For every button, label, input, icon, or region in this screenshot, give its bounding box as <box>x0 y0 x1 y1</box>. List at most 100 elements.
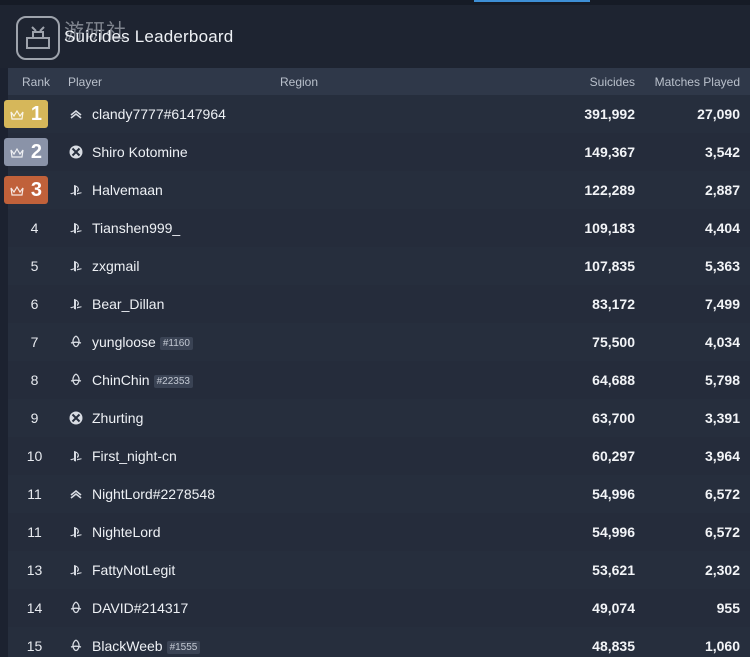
table-row[interactable]: 11 NightLord#2278548 54,996 6,572 <box>8 475 750 513</box>
table-row[interactable]: 7 yungloose #1160 75,500 4,034 <box>8 323 750 361</box>
active-tab-indicator <box>474 0 590 2</box>
player-tag: #1160 <box>159 337 193 350</box>
player-name[interactable]: Tianshen999_ <box>92 220 180 236</box>
table-row[interactable]: 6 Bear_Dillan 83,172 7,499 <box>8 285 750 323</box>
rank-number: 8 <box>30 372 39 388</box>
player-name[interactable]: Shiro Kotomine <box>92 144 188 160</box>
playstation-icon <box>68 296 84 312</box>
matches-value: 955 <box>716 600 740 616</box>
player-name-link[interactable]: zxgmail <box>92 258 139 274</box>
suicides-value: 391,992 <box>584 106 635 122</box>
player-tag: #1555 <box>166 641 201 654</box>
table-row[interactable]: 4 Tianshen999_ 109,183 4,404 <box>8 209 750 247</box>
battlenet-icon <box>68 600 84 616</box>
table-row[interactable]: 9 Zhurting 63,700 3,391 <box>8 399 750 437</box>
suicides-value: 83,172 <box>592 296 635 312</box>
player-name[interactable]: First_night-cn <box>92 448 177 464</box>
steam-icon <box>68 106 84 122</box>
player-name-link[interactable]: BlackWeeb <box>92 638 163 654</box>
matches-value: 5,363 <box>704 258 740 274</box>
rank-number: 11 <box>27 524 42 540</box>
player-name[interactable]: Zhurting <box>92 410 143 426</box>
rank-number: 14 <box>26 600 43 616</box>
table-row[interactable]: 8 ChinChin #22353 64,688 5,798 <box>8 361 750 399</box>
player-name-link[interactable]: Halvemaan <box>92 182 163 198</box>
matches-value: 6,572 <box>704 524 740 540</box>
table-row[interactable]: 14 DAVID#214317 49,074 955 <box>8 589 750 627</box>
column-header-suicides[interactable]: Suicides <box>590 75 635 89</box>
suicides-value: 122,289 <box>584 182 635 198</box>
suicides-value: 64,688 <box>592 372 635 388</box>
crown-icon <box>10 108 24 124</box>
suicides-value: 54,996 <box>592 524 635 540</box>
player-name-link[interactable]: Shiro Kotomine <box>92 144 188 160</box>
player-name[interactable]: DAVID#214317 <box>92 600 188 616</box>
matches-value: 2,302 <box>704 562 740 578</box>
rank-number: 1 <box>30 103 42 125</box>
table-row[interactable]: 1 clandy7777#6147964 391,992 27,090 <box>4 95 750 133</box>
column-header-matches[interactable]: Matches Played <box>655 75 740 89</box>
player-name[interactable]: BlackWeeb #1555 <box>92 638 201 654</box>
player-name-link[interactable]: clandy7777#6147964 <box>92 106 226 122</box>
rank-number: 7 <box>30 334 39 350</box>
suicides-value: 53,621 <box>592 562 635 578</box>
suicides-value: 49,074 <box>592 600 635 616</box>
player-name[interactable]: FattyNotLegit <box>92 562 175 578</box>
suicides-value: 107,835 <box>584 258 635 274</box>
crown-icon <box>10 184 24 200</box>
rank-number: 11 <box>27 486 42 502</box>
player-name[interactable]: ChinChin #22353 <box>92 372 193 388</box>
player-name-link[interactable]: NightLord#2278548 <box>92 486 215 502</box>
suicides-value: 54,996 <box>592 486 635 502</box>
table-row[interactable]: 10 First_night-cn 60,297 3,964 <box>8 437 750 475</box>
column-header-player[interactable]: Player <box>68 75 102 89</box>
table-header: Rank Player Region Suicides Matches Play… <box>8 68 750 95</box>
leaderboard-header: 游研社 Suicides Leaderboard <box>0 5 750 68</box>
suicides-value: 109,183 <box>584 220 635 236</box>
player-name[interactable]: clandy7777#6147964 <box>92 106 226 122</box>
rank-number: 2 <box>30 141 42 163</box>
rank-number: 10 <box>26 448 43 464</box>
xbox-icon <box>68 144 84 160</box>
player-name[interactable]: NightLord#2278548 <box>92 486 215 502</box>
player-name-link[interactable]: DAVID#214317 <box>92 600 188 616</box>
player-name-link[interactable]: NighteLord <box>92 524 161 540</box>
matches-value: 4,034 <box>704 334 740 350</box>
column-header-rank[interactable]: Rank <box>22 75 50 89</box>
suicides-value: 75,500 <box>592 334 635 350</box>
player-name-link[interactable]: ChinChin <box>92 372 150 388</box>
rank-number: 3 <box>30 179 42 201</box>
player-name[interactable]: zxgmail <box>92 258 139 274</box>
battlenet-icon <box>68 334 84 350</box>
player-name[interactable]: Bear_Dillan <box>92 296 164 312</box>
suicides-value: 60,297 <box>592 448 635 464</box>
table-row[interactable]: 11 NighteLord 54,996 6,572 <box>8 513 750 551</box>
matches-value: 7,499 <box>704 296 740 312</box>
player-name-link[interactable]: Zhurting <box>92 410 143 426</box>
matches-value: 27,090 <box>697 106 740 122</box>
leaderboard-table: Rank Player Region Suicides Matches Play… <box>4 68 750 657</box>
player-name-link[interactable]: yungloose <box>92 334 156 350</box>
player-name[interactable]: NighteLord <box>92 524 161 540</box>
rank-badge-silver: 2 <box>4 138 48 166</box>
page-title: Suicides Leaderboard <box>64 27 234 46</box>
column-header-region[interactable]: Region <box>280 75 318 89</box>
rank-number: 9 <box>30 410 39 426</box>
player-name[interactable]: Halvemaan <box>92 182 163 198</box>
table-row[interactable]: 13 FattyNotLegit 53,621 2,302 <box>8 551 750 589</box>
matches-value: 6,572 <box>704 486 740 502</box>
matches-value: 1,060 <box>704 638 740 654</box>
player-name-link[interactable]: Bear_Dillan <box>92 296 164 312</box>
steam-icon <box>68 486 84 502</box>
table-row[interactable]: 2 Shiro Kotomine 149,367 3,542 <box>4 133 750 171</box>
player-name-link[interactable]: FattyNotLegit <box>92 562 175 578</box>
player-name-link[interactable]: First_night-cn <box>92 448 177 464</box>
rank-number: 15 <box>26 638 43 654</box>
table-row[interactable]: 5 zxgmail 107,835 5,363 <box>8 247 750 285</box>
battlenet-icon <box>68 638 84 654</box>
table-row[interactable]: 15 BlackWeeb #1555 48,835 1,060 <box>8 627 750 657</box>
player-name-link[interactable]: Tianshen999_ <box>92 220 180 236</box>
table-row[interactable]: 3 Halvemaan 122,289 2,887 <box>4 171 750 209</box>
player-name[interactable]: yungloose #1160 <box>92 334 193 350</box>
battlenet-icon <box>68 372 84 388</box>
